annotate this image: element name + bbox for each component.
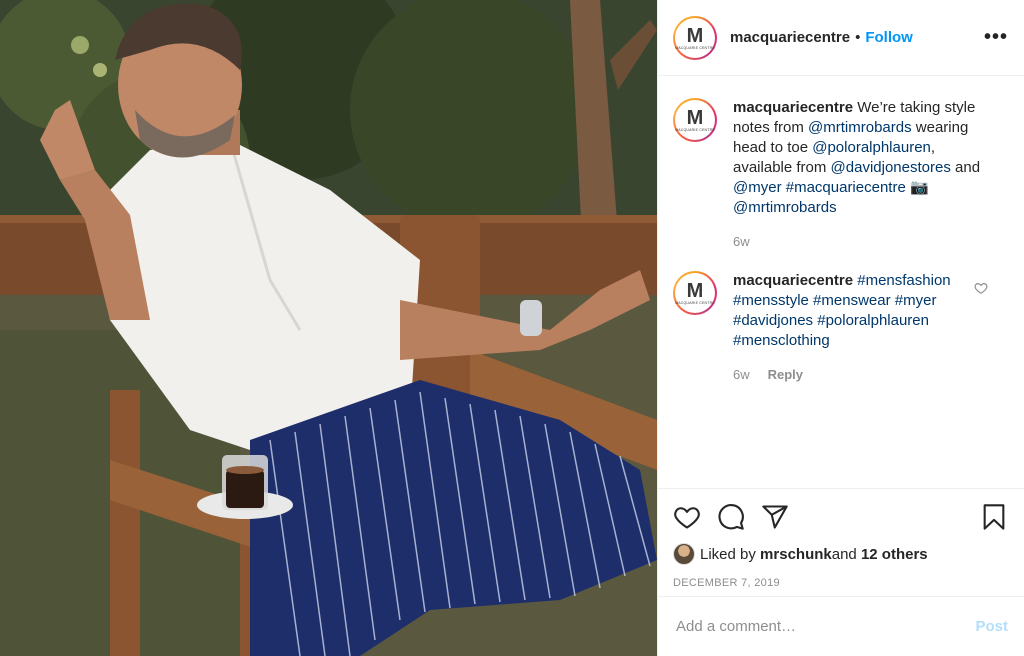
avatar-subtitle: MACQUARIE CENTRE bbox=[675, 301, 715, 305]
comment-icon[interactable] bbox=[717, 503, 745, 531]
caption-text: macquariecentre We’re taking style notes… bbox=[733, 98, 993, 218]
comment-input[interactable] bbox=[676, 618, 976, 635]
action-bar bbox=[673, 501, 1008, 533]
comment-item: M MACQUARIE CENTRE macquariecentre #mens… bbox=[673, 271, 1008, 382]
comment-like-heart-icon[interactable] bbox=[974, 281, 988, 295]
profile-avatar[interactable]: M MACQUARIE CENTRE bbox=[673, 15, 717, 60]
mention-link[interactable]: @davidjonestores bbox=[831, 159, 951, 176]
mention-link[interactable]: @myer bbox=[733, 179, 782, 196]
comment-text: macquariecentre #mensfashion #mensstyle … bbox=[733, 271, 993, 351]
hashtag-link[interactable]: #myer bbox=[895, 292, 937, 309]
avatar-logo: M MACQUARIE CENTRE bbox=[675, 100, 715, 140]
share-icon[interactable] bbox=[761, 503, 789, 531]
comments-section: M MACQUARIE CENTRE macquariecentre We’re… bbox=[658, 76, 1024, 488]
avatar-letter: M bbox=[686, 107, 704, 129]
hashtag-link[interactable]: #menswear bbox=[813, 292, 891, 309]
avatar-letter: M bbox=[686, 24, 704, 47]
likes-summary: Liked by mrschunk and 12 others bbox=[673, 543, 1008, 565]
caption-body: macquariecentre We’re taking style notes… bbox=[733, 98, 993, 249]
follow-button[interactable]: Follow bbox=[865, 29, 913, 46]
post-photo[interactable] bbox=[0, 0, 657, 656]
post-comment-button[interactable]: Post bbox=[975, 618, 1008, 635]
post-photo-illustration bbox=[0, 0, 657, 656]
caption-text-part: 📷 bbox=[905, 179, 929, 196]
avatar-subtitle: MACQUARIE CENTRE bbox=[675, 128, 715, 132]
caption-avatar[interactable]: M MACQUARIE CENTRE bbox=[673, 98, 717, 142]
caption-time[interactable]: 6w bbox=[733, 234, 750, 249]
heart-icon[interactable] bbox=[673, 503, 701, 531]
hashtag-link[interactable]: #mensclothing bbox=[733, 332, 830, 349]
hashtag-link[interactable]: #macquariecentre bbox=[786, 179, 906, 196]
mention-link[interactable]: @mrtimrobards bbox=[808, 119, 912, 136]
likes-prefix: Liked by bbox=[700, 545, 756, 563]
more-options-icon[interactable]: ••• bbox=[984, 26, 1008, 49]
header-separator: • bbox=[855, 29, 861, 46]
likes-others-link[interactable]: 12 others bbox=[861, 546, 928, 563]
caption-text-part: and bbox=[950, 159, 981, 176]
mention-link[interactable]: @poloralphlauren bbox=[812, 139, 931, 156]
post-date[interactable]: DECEMBER 7, 2019 bbox=[673, 577, 1008, 589]
post-actions-area: Liked by mrschunk and 12 others DECEMBER… bbox=[658, 488, 1024, 596]
likes-middle: and bbox=[831, 545, 857, 563]
post-side-panel: M MACQUARIE CENTRE macquariecentre • Fol… bbox=[657, 0, 1024, 656]
hashtag-link[interactable]: #davidjones bbox=[733, 312, 813, 329]
avatar-logo: M MACQUARIE CENTRE bbox=[675, 273, 715, 313]
hashtag-link[interactable]: #poloralphlauren bbox=[817, 312, 929, 329]
caption-username[interactable]: macquariecentre bbox=[733, 99, 853, 116]
hashtag-link[interactable]: #mensfashion bbox=[857, 272, 950, 289]
add-comment-bar: Post bbox=[658, 596, 1024, 656]
avatar-letter: M bbox=[686, 280, 704, 302]
caption-meta: 6w bbox=[733, 234, 993, 249]
comment-username[interactable]: macquariecentre bbox=[733, 272, 853, 289]
comment-meta: 6w Reply bbox=[733, 367, 993, 382]
header-username[interactable]: macquariecentre bbox=[730, 29, 850, 46]
comment-avatar[interactable]: M MACQUARIE CENTRE bbox=[673, 271, 717, 315]
post-header: M MACQUARIE CENTRE macquariecentre • Fol… bbox=[658, 0, 1024, 76]
mention-link[interactable]: @mrtimrobards bbox=[733, 199, 837, 216]
caption: M MACQUARIE CENTRE macquariecentre We’re… bbox=[673, 98, 1008, 249]
hashtag-link[interactable]: #mensstyle bbox=[733, 292, 809, 309]
avatar-subtitle: MACQUARIE CENTRE bbox=[675, 45, 715, 50]
avatar-logo: M MACQUARIE CENTRE bbox=[675, 17, 715, 58]
comment-time[interactable]: 6w bbox=[733, 367, 750, 382]
comment-body: macquariecentre #mensfashion #mensstyle … bbox=[733, 271, 993, 382]
reply-button[interactable]: Reply bbox=[768, 367, 803, 382]
bookmark-icon[interactable] bbox=[980, 503, 1008, 531]
liker-username[interactable]: mrschunk bbox=[760, 546, 832, 563]
instagram-post: M MACQUARIE CENTRE macquariecentre • Fol… bbox=[0, 0, 1024, 656]
liker-avatar[interactable] bbox=[673, 543, 695, 565]
